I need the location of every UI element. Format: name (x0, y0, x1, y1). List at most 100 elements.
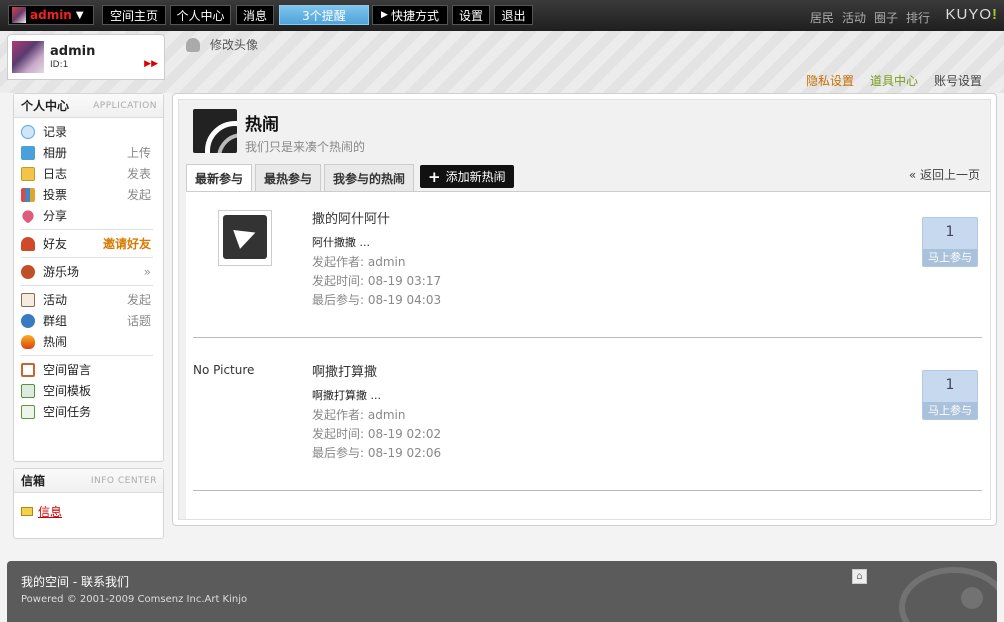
item-start-time: 发起时间: 08-19 03:17 (312, 274, 442, 288)
sidebar-item-playground[interactable]: 游乐场 » (14, 261, 163, 282)
sidebar-item-hot[interactable]: 热闹 (14, 331, 163, 352)
item-title[interactable]: 啊撒打算撒 (312, 361, 377, 380)
divider (21, 229, 153, 230)
header-links: 隐私设置 道具中心 账号设置 (806, 72, 982, 89)
sidebar-item-friends[interactable]: 好友 邀请好友 (14, 233, 163, 254)
link-circles[interactable]: 圈子 (874, 9, 898, 26)
item-author: 发起作者: admin (312, 255, 406, 269)
add-hot-button[interactable]: + 添加新热闹 (420, 165, 514, 188)
topic-link[interactable]: 话题 (127, 312, 151, 329)
publish-link[interactable]: 发表 (127, 165, 151, 182)
double-arrow-icon[interactable]: ▶▶ (144, 59, 158, 69)
infobox-title-en: INFO CENTER (90, 475, 157, 486)
sidebar-item-template[interactable]: 空间模板 (14, 380, 163, 401)
notice-button[interactable]: 3个提醒 (279, 5, 369, 25)
shortcut-label: 快捷方式 (390, 8, 439, 23)
info-link-row[interactable]: 信息 (14, 493, 163, 530)
list-item: 啊撒打算撒 啊撒打算撒 ... 发起作者: admin 发起时间: 08-19 … (186, 345, 990, 485)
record-icon (21, 124, 35, 139)
sidebar-item-share[interactable]: 分享 (14, 205, 163, 226)
hot-logo-icon (193, 109, 237, 153)
back-to-top-icon[interactable]: ⌂ (852, 569, 867, 584)
user-menu[interactable]: admin ▼ (8, 5, 94, 25)
sidebar-item-events[interactable]: 活动 发起 (14, 289, 163, 310)
task-icon (21, 404, 35, 419)
item-thumbnail[interactable] (218, 210, 272, 266)
link-residents[interactable]: 居民 (810, 9, 834, 26)
sidebar-item-label: 空间任务 (43, 405, 92, 419)
sidebar-item-poll[interactable]: 投票 发起 (14, 184, 163, 205)
sidebar-item-label: 空间留言 (43, 363, 92, 377)
tab-hottest[interactable]: 最热参与 (255, 164, 322, 191)
profile-name: admin (50, 44, 96, 59)
item-start-time: 发起时间: 08-19 02:02 (312, 427, 442, 441)
main-inner: 热闹 我们只是来凑个热闹的 最新参与 最热参与 我参与的热闹 + 添加新热闹 «… (178, 99, 991, 520)
sidebar-item-label: 投票 (43, 188, 68, 202)
info-link[interactable]: 信息 (38, 503, 62, 520)
infobox-header: 信箱 INFO CENTER (14, 469, 163, 493)
sidebar-item-label: 分享 (43, 209, 68, 223)
footer-links[interactable]: 我的空间 - 联系我们 (21, 573, 129, 590)
sidebar-item-task[interactable]: 空间任务 (14, 401, 163, 422)
invite-friends-link[interactable]: 邀请好友 (103, 235, 151, 252)
sidebar-info-box: 信箱 INFO CENTER 信息 (13, 468, 164, 539)
settings-button[interactable]: 设置 (452, 5, 490, 25)
join-label: 马上参与 (923, 402, 977, 419)
join-button[interactable]: 1 马上参与 (922, 370, 978, 420)
sidebar-app-box: 个人中心 APPLICATION 记录 相册 上传 日志 发表 投票 发起 分享 (13, 93, 164, 462)
sidebar-item-album[interactable]: 相册 上传 (14, 142, 163, 163)
edit-avatar-label: 修改头像 (210, 38, 259, 52)
chevron-double-down-icon[interactable]: » (144, 265, 151, 279)
friend-icon (21, 236, 35, 251)
nav-personal-center[interactable]: 个人中心 (170, 5, 231, 25)
sidebar-item-label: 热闹 (43, 335, 68, 349)
link-ranking[interactable]: 排行 (906, 9, 930, 26)
footer: 我的空间 - 联系我们 Powered © 2001-2009 Comsenz … (7, 561, 997, 622)
privacy-settings-link[interactable]: 隐私设置 (806, 72, 854, 89)
sidebar-item-label: 相册 (43, 146, 68, 160)
sidebar-title: 个人中心 (21, 99, 70, 113)
hot-list: 撒的阿什阿什 阿什撒撒 ... 发起作者: admin 发起时间: 08-19 … (186, 191, 990, 519)
blog-icon (21, 166, 35, 181)
shortcut-button[interactable]: ▶ 快捷方式 (372, 5, 448, 25)
back-link[interactable]: « 返回上一页 (909, 166, 980, 183)
link-events[interactable]: 活动 (842, 9, 866, 26)
sidebar-item-groups[interactable]: 群组 话题 (14, 310, 163, 331)
chevron-down-icon: ▼ (75, 9, 84, 21)
main-panel: 热闹 我们只是来凑个热闹的 最新参与 最热参与 我参与的热闹 + 添加新热闹 «… (172, 93, 997, 526)
divider (193, 337, 982, 338)
sidebar-item-label: 好友 (43, 237, 68, 251)
guestbook-icon (21, 362, 35, 377)
divider (21, 355, 153, 356)
profile-id: ID:1 (50, 60, 69, 70)
list-item: 撒的阿什阿什 阿什撒撒 ... 发起作者: admin 发起时间: 08-19 … (186, 192, 990, 332)
start-event-link[interactable]: 发起 (127, 291, 151, 308)
profile-tab[interactable]: admin ID:1 ▶▶ (7, 34, 165, 80)
sidebar-item-label: 空间模板 (43, 384, 92, 398)
nav-space-home[interactable]: 空间主页 (102, 5, 166, 25)
item-title[interactable]: 撒的阿什阿什 (312, 208, 390, 227)
top-bar: admin ▼ 空间主页 个人中心 消息 3个提醒 ▶ 快捷方式 设置 退出 居… (0, 0, 1004, 31)
divider (21, 285, 153, 286)
tab-mine[interactable]: 我参与的热闹 (324, 164, 415, 191)
sidebar-item-blog[interactable]: 日志 发表 (14, 163, 163, 184)
account-settings-link[interactable]: 账号设置 (934, 72, 982, 89)
topbar-right-links: 居民 活动 圈子 排行 (810, 9, 930, 26)
infobox-title: 信箱 (21, 474, 46, 488)
logout-button[interactable]: 退出 (494, 5, 533, 25)
sidebar-item-label: 游乐场 (43, 265, 80, 279)
join-button[interactable]: 1 马上参与 (922, 217, 978, 267)
sidebar-item-guestbook[interactable]: 空间留言 (14, 359, 163, 380)
upload-link[interactable]: 上传 (127, 144, 151, 161)
props-center-link[interactable]: 道具中心 (870, 72, 918, 89)
nav-messages[interactable]: 消息 (236, 5, 274, 25)
start-poll-link[interactable]: 发起 (127, 186, 151, 203)
avatar[interactable] (12, 41, 44, 73)
share-icon (20, 207, 36, 224)
edit-avatar-link[interactable]: 修改头像 (186, 36, 258, 53)
profile-header: admin ID:1 ▶▶ 修改头像 隐私设置 道具中心 账号设置 (0, 31, 1004, 93)
sidebar-item-record[interactable]: 记录 (14, 121, 163, 142)
sidebar-header: 个人中心 APPLICATION (14, 94, 163, 118)
tab-latest[interactable]: 最新参与 (186, 164, 253, 192)
brand-logo[interactable]: KUYO! (945, 6, 998, 23)
